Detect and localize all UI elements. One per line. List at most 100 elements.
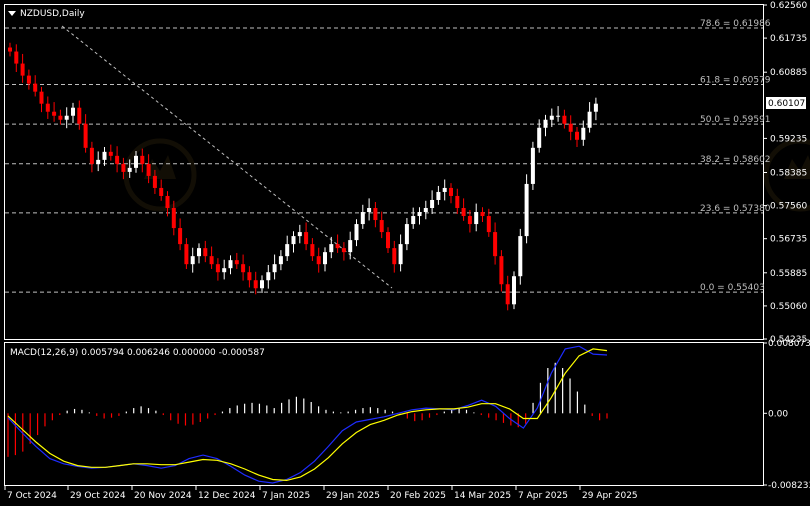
- time-tick-label: 7 Apr 2025: [518, 491, 568, 501]
- candle-body: [360, 212, 365, 225]
- macd-histogram: [7, 362, 608, 457]
- macd-tick-label: 0.008073: [768, 339, 810, 349]
- candle-body: [323, 252, 327, 265]
- candle-body: [512, 276, 516, 305]
- candle-body: [556, 115, 561, 117]
- candle-body: [575, 131, 579, 140]
- candle-body: [140, 155, 145, 164]
- price-tick-label: 0.61735: [770, 34, 807, 44]
- candle-body: [436, 191, 441, 200]
- candle-body: [115, 155, 120, 164]
- time-tick-label: 29 Jan 2025: [326, 491, 380, 501]
- candle-body: [411, 216, 416, 225]
- price-tick-label: 0.58385: [770, 169, 807, 179]
- candle-body: [253, 280, 258, 289]
- symbol-title: NZDUSD,Daily: [20, 9, 85, 19]
- candle-body: [190, 256, 195, 265]
- fib-level-label: 78.6 = 0.61986: [700, 19, 771, 29]
- candle-body: [134, 155, 138, 168]
- candle-body: [96, 159, 101, 164]
- candle-body: [568, 123, 573, 132]
- time-tick-label: 7 Jan 2025: [262, 491, 310, 501]
- candle-body: [20, 63, 25, 76]
- candle-body: [524, 183, 529, 237]
- price-panel: 78.6 = 0.61986 61.8 = 0.60579 50.0 = 0.595…: [4, 1, 810, 345]
- candle-body: [449, 187, 453, 196]
- candle-body: [108, 151, 113, 156]
- current-price-label: 0.60107: [768, 99, 805, 109]
- price-tick-label: 0.56735: [770, 235, 807, 245]
- candle-body: [52, 111, 57, 116]
- candle-body: [184, 244, 189, 265]
- candle-body: [102, 151, 107, 160]
- candle-body: [392, 248, 397, 265]
- time-tick-label: 29 Oct 2024: [70, 491, 126, 501]
- macd-tick-label: -0.008233: [768, 481, 810, 491]
- candle-body: [367, 208, 372, 213]
- candle-body: [404, 224, 409, 245]
- candle-body: [89, 147, 94, 164]
- macd-tick-label: 0.00: [768, 409, 788, 419]
- candle-body: [499, 256, 504, 285]
- time-tick-label: 20 Nov 2024: [134, 491, 192, 501]
- candle-body: [530, 147, 535, 184]
- candle-body: [455, 195, 460, 209]
- candle-body: [121, 163, 126, 172]
- candle-body: [278, 256, 283, 265]
- current-price-marker: 0.60107: [766, 97, 806, 109]
- candle-body: [234, 260, 239, 265]
- candle-body: [260, 280, 264, 289]
- macd-title: MACD(12,26,9) 0.005794 0.006246 0.000000…: [10, 348, 265, 358]
- fib-level-label: 50.0 = 0.59591: [700, 115, 771, 125]
- signal-line: [7, 348, 608, 482]
- candle-body: [291, 236, 296, 245]
- candle-body: [537, 127, 542, 148]
- candle-body: [26, 75, 31, 84]
- candle-body: [152, 175, 157, 188]
- candle-body: [379, 220, 384, 233]
- candle-body: [159, 187, 164, 196]
- candle-body: [58, 115, 63, 120]
- candle-body: [398, 244, 403, 265]
- price-panel-frame: [4, 4, 764, 340]
- candle-body: [241, 264, 246, 273]
- candle-body: [430, 199, 435, 209]
- candle-body: [442, 187, 447, 192]
- candle-body: [348, 240, 353, 253]
- candle-body: [165, 195, 170, 209]
- candle-body: [171, 208, 176, 229]
- candle-body: [203, 248, 208, 257]
- price-tick-label: 0.62560: [770, 1, 807, 11]
- candle-body: [222, 268, 227, 273]
- fib-level-label: 61.8 = 0.60579: [700, 75, 771, 85]
- time-axis: 7 Oct 2024 29 Oct 2024 20 Nov 2024 12 Dec 2…: [4, 486, 638, 501]
- chart-canvas: 78.6 = 0.61986 61.8 = 0.60579 50.0 = 0.595…: [4, 1, 810, 501]
- candlesticks: [8, 42, 598, 311]
- macd-panel: 0.008073 0.00 -0.008233 MACD(12,26,9) 0.00…: [4, 339, 810, 491]
- candle-body: [45, 103, 50, 112]
- candle-body: [247, 272, 252, 281]
- time-tick-label: 29 Apr 2025: [582, 491, 638, 501]
- candle-body: [310, 244, 315, 257]
- candle-body: [386, 232, 390, 249]
- candle-body: [197, 248, 201, 257]
- time-tick-label: 20 Feb 2025: [390, 491, 446, 501]
- candle-body: [209, 256, 214, 265]
- candle-body: [14, 51, 19, 64]
- candle-body: [127, 167, 132, 172]
- candle-body: [423, 208, 428, 213]
- candle-body: [215, 264, 220, 273]
- watermark-logo: [123, 138, 810, 212]
- price-tick-label: 0.55885: [770, 269, 807, 279]
- candle-body: [77, 107, 82, 124]
- chart-menu-icon[interactable]: [8, 11, 16, 16]
- fib-level-label: 23.6 = 0.57380: [700, 204, 771, 214]
- candle-body: [316, 256, 321, 265]
- candle-body: [354, 224, 359, 241]
- candle-body: [71, 107, 75, 116]
- price-axis: 0.62560 0.61735 0.60885 0.59235 0.58385 0.575…: [763, 1, 807, 345]
- candle-body: [373, 208, 378, 221]
- candle-body: [549, 115, 554, 120]
- candle-body: [33, 83, 38, 92]
- price-tick-label: 0.60885: [770, 68, 807, 78]
